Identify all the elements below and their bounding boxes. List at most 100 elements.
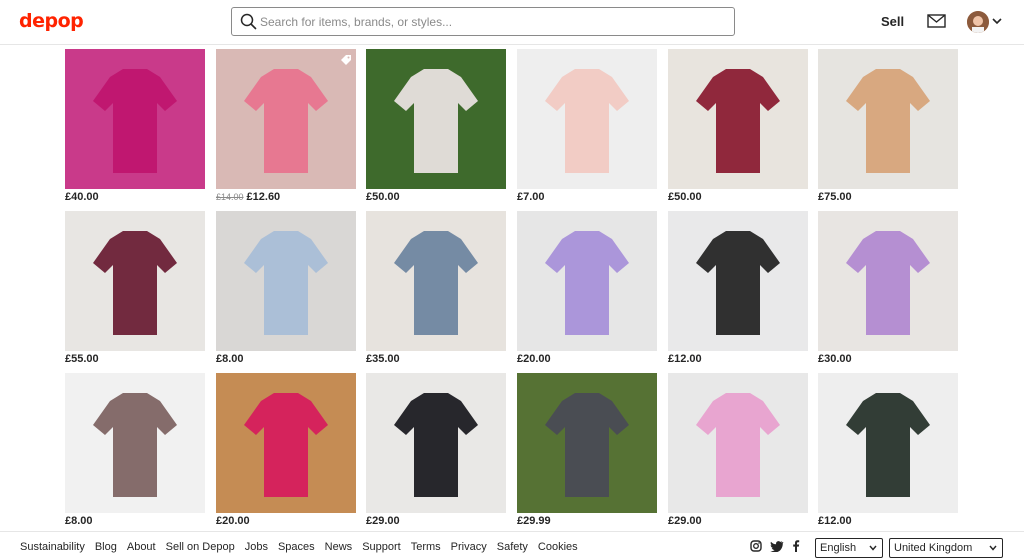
search-input[interactable] — [260, 11, 720, 32]
region-value: United Kingdom — [894, 542, 973, 554]
current-price: £35.00 — [366, 353, 400, 365]
product-card[interactable]: £20.00 — [216, 373, 356, 531]
product-card[interactable]: £40.00 — [65, 49, 205, 207]
product-image[interactable] — [366, 373, 506, 513]
product-card[interactable]: £12.00 — [668, 211, 808, 369]
current-price: £55.00 — [65, 353, 99, 365]
footer-link-blog[interactable]: Blog — [95, 541, 117, 553]
footer-link-about[interactable]: About — [127, 541, 156, 553]
product-image[interactable] — [366, 211, 506, 351]
product-card[interactable]: £75.00 — [818, 49, 958, 207]
current-price: £29.00 — [668, 515, 702, 527]
product-image[interactable] — [216, 211, 356, 351]
product-photo — [517, 373, 657, 513]
product-price: £20.00 — [216, 515, 250, 527]
product-price: £20.00 — [517, 353, 551, 365]
instagram-icon[interactable] — [750, 540, 762, 552]
product-price: £8.00 — [216, 353, 244, 365]
product-photo — [517, 49, 657, 189]
product-card[interactable]: £55.00 — [65, 211, 205, 369]
product-image[interactable] — [818, 49, 958, 189]
product-card[interactable]: £50.00 — [668, 49, 808, 207]
product-card[interactable]: £14.00 £12.60 — [216, 49, 356, 207]
product-image[interactable] — [65, 211, 205, 351]
product-image[interactable] — [517, 49, 657, 189]
product-card[interactable]: £20.00 — [517, 211, 657, 369]
product-price: £40.00 — [65, 191, 99, 203]
product-card[interactable]: £7.00 — [517, 49, 657, 207]
product-photo — [668, 211, 808, 351]
product-image[interactable] — [517, 211, 657, 351]
product-photo — [65, 49, 205, 189]
current-price: £20.00 — [216, 515, 250, 527]
product-photo — [65, 373, 205, 513]
chevron-down-icon — [989, 545, 997, 551]
product-price: £35.00 — [366, 353, 400, 365]
product-price: £29.00 — [668, 515, 702, 527]
search-bar[interactable] — [231, 7, 735, 36]
product-image[interactable] — [517, 373, 657, 513]
footer-link-sell-on-depop[interactable]: Sell on Depop — [166, 541, 235, 553]
product-image[interactable] — [668, 373, 808, 513]
product-card[interactable]: £29.00 — [366, 373, 506, 531]
footer-link-terms[interactable]: Terms — [411, 541, 441, 553]
product-image[interactable] — [818, 211, 958, 351]
sell-link[interactable]: Sell — [881, 14, 904, 29]
product-image[interactable] — [65, 373, 205, 513]
current-price: £20.00 — [517, 353, 551, 365]
current-price: £29.99 — [517, 515, 551, 527]
product-price: £75.00 — [818, 191, 852, 203]
current-price: £50.00 — [366, 191, 400, 203]
language-select[interactable]: English — [815, 538, 883, 558]
product-card[interactable]: £50.00 — [366, 49, 506, 207]
product-price: £14.00 £12.60 — [216, 191, 280, 203]
footer-link-privacy[interactable]: Privacy — [451, 541, 487, 553]
current-price: £8.00 — [216, 353, 244, 365]
footer-link-support[interactable]: Support — [362, 541, 401, 553]
product-card[interactable]: £35.00 — [366, 211, 506, 369]
region-select[interactable]: United Kingdom — [889, 538, 1003, 558]
current-price: £75.00 — [818, 191, 852, 203]
facebook-icon[interactable] — [792, 540, 800, 552]
current-price: £50.00 — [668, 191, 702, 203]
product-image[interactable] — [366, 49, 506, 189]
avatar-image — [967, 11, 989, 33]
product-card[interactable]: £12.00 — [818, 373, 958, 531]
current-price: £30.00 — [818, 353, 852, 365]
chevron-down-icon — [869, 545, 877, 551]
product-photo — [366, 211, 506, 351]
product-image[interactable] — [668, 49, 808, 189]
product-image[interactable] — [668, 211, 808, 351]
top-header: depop Sell — [0, 0, 1024, 45]
depop-logo[interactable]: depop — [19, 10, 84, 32]
product-image[interactable] — [818, 373, 958, 513]
footer-link-spaces[interactable]: Spaces — [278, 541, 315, 553]
footer-link-cookies[interactable]: Cookies — [538, 541, 578, 553]
footer-link-safety[interactable]: Safety — [497, 541, 528, 553]
avatar[interactable] — [967, 11, 989, 33]
footer-link-jobs[interactable]: Jobs — [245, 541, 268, 553]
product-image[interactable] — [216, 49, 356, 189]
product-card[interactable]: £29.99 — [517, 373, 657, 531]
product-image[interactable] — [216, 373, 356, 513]
mail-icon[interactable] — [927, 13, 946, 29]
product-card[interactable]: £30.00 — [818, 211, 958, 369]
price-drop-tag-icon — [340, 53, 352, 65]
current-price: £7.00 — [517, 191, 545, 203]
twitter-icon[interactable] — [770, 540, 784, 552]
product-card[interactable]: £8.00 — [65, 373, 205, 531]
footer-link-news[interactable]: News — [325, 541, 353, 553]
product-price: £29.99 — [517, 515, 551, 527]
product-card[interactable]: £8.00 — [216, 211, 356, 369]
current-price: £29.00 — [366, 515, 400, 527]
product-photo — [65, 211, 205, 351]
current-price: £12.00 — [818, 515, 852, 527]
product-image[interactable] — [65, 49, 205, 189]
current-price: £12.60 — [246, 191, 281, 203]
chevron-down-icon[interactable] — [992, 17, 1002, 25]
product-photo — [216, 373, 356, 513]
product-card[interactable]: £29.00 — [668, 373, 808, 531]
product-price: £30.00 — [818, 353, 852, 365]
product-photo — [818, 373, 958, 513]
footer-link-sustainability[interactable]: Sustainability — [20, 541, 85, 553]
